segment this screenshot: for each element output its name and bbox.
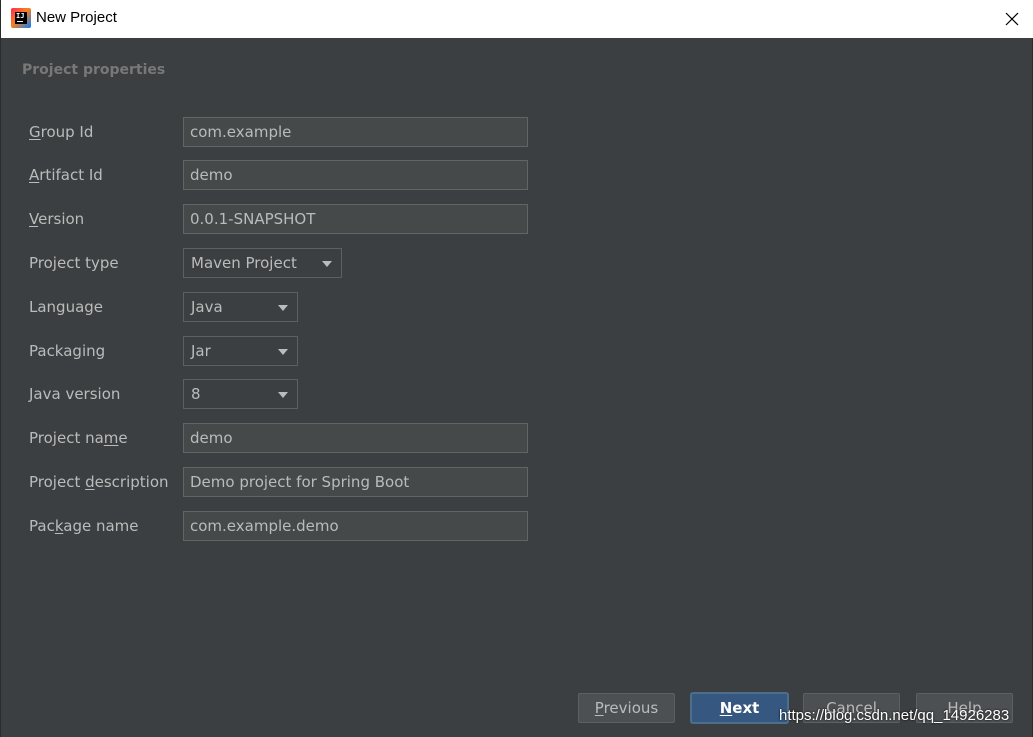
group-id-label: Group Id (29, 123, 94, 141)
package-name-input[interactable]: com.example.demo (183, 511, 528, 541)
packaging-label: Packaging (29, 342, 106, 360)
close-button[interactable] (989, 0, 1033, 38)
project-name-label: Project name (29, 429, 128, 447)
section-title: Project properties (22, 62, 166, 78)
dropdown-arrow-icon (278, 392, 288, 398)
dropdown-arrow-icon (322, 261, 332, 267)
title-bar: IJ New Project (0, 0, 1033, 38)
version-label: Version (29, 210, 85, 228)
java-version-value: 8 (191, 385, 201, 403)
version-input[interactable]: 0.0.1-SNAPSHOT (183, 204, 528, 234)
project-type-row: Project type Maven Project (0, 248, 600, 278)
language-label: Language (29, 298, 104, 316)
project-description-input[interactable]: Demo project for Spring Boot (183, 467, 528, 497)
project-type-select[interactable]: Maven Project (183, 248, 342, 278)
java-version-row: Java version 8 (0, 379, 600, 409)
java-version-select[interactable]: 8 (183, 379, 298, 409)
package-name-label: Package name (29, 517, 139, 535)
version-row: Version 0.0.1-SNAPSHOT (0, 204, 600, 234)
packaging-row: Packaging Jar (0, 336, 600, 366)
next-button[interactable]: Next (691, 693, 788, 723)
project-name-input[interactable]: demo (183, 423, 528, 453)
intellij-idea-icon: IJ (11, 8, 31, 28)
previous-button[interactable]: Previous (578, 693, 675, 723)
packaging-select[interactable]: Jar (183, 336, 298, 366)
language-value: Java (191, 298, 223, 316)
language-select[interactable]: Java (183, 292, 298, 322)
group-id-row: Group Id com.example (0, 117, 600, 147)
project-type-label: Project type (29, 254, 119, 272)
watermark: https://blog.csdn.net/qq_14926283 (779, 707, 1010, 724)
packaging-value: Jar (191, 342, 211, 360)
artifact-id-row: Artifact Id demo (0, 160, 600, 190)
artifact-id-label: Artifact Id (29, 166, 103, 184)
package-name-row: Package name com.example.demo (0, 511, 600, 541)
dropdown-arrow-icon (278, 305, 288, 311)
project-name-row: Project name demo (0, 423, 600, 453)
window-title: New Project (36, 9, 117, 26)
java-version-label: Java version (29, 385, 121, 403)
close-icon (1005, 12, 1019, 26)
project-description-row: Project description Demo project for Spr… (0, 467, 600, 497)
group-id-input[interactable]: com.example (183, 117, 528, 147)
artifact-id-input[interactable]: demo (183, 160, 528, 190)
project-type-value: Maven Project (191, 254, 297, 272)
dropdown-arrow-icon (278, 349, 288, 355)
language-row: Language Java (0, 292, 600, 322)
project-description-label: Project description (29, 473, 169, 491)
